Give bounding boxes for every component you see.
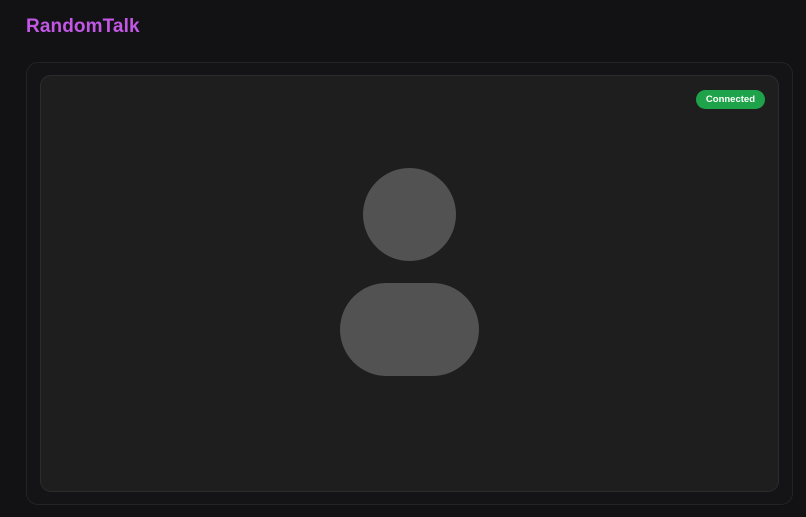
app-root: RandomTalk Connected xyxy=(0,0,806,517)
avatar-body-shape xyxy=(340,283,479,376)
remote-video-stage: Connected xyxy=(40,75,779,492)
user-silhouette-icon xyxy=(41,76,778,491)
app-title: RandomTalk xyxy=(26,16,140,37)
avatar-head-shape xyxy=(363,168,456,261)
